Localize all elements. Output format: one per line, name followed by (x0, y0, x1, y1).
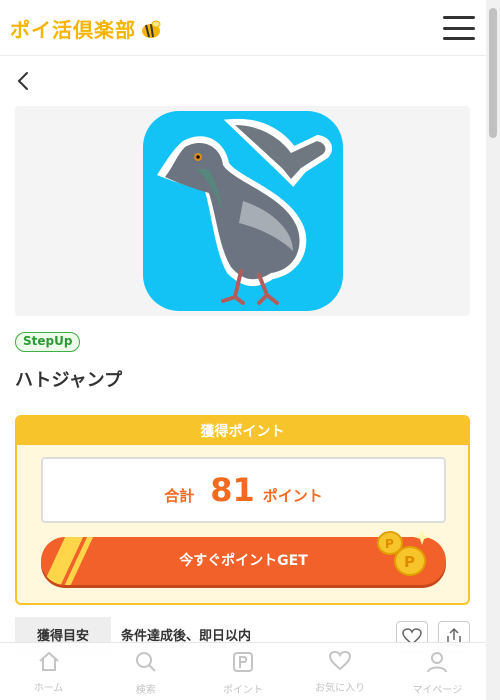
tab-mypage[interactable]: マイページ (397, 643, 477, 700)
bee-icon (142, 20, 161, 38)
tab-label: ポイント (222, 685, 263, 696)
home-icon (38, 651, 59, 671)
tab-favorites[interactable]: お気に入り (300, 643, 380, 700)
pigeon-illustration (156, 118, 332, 305)
svg-text:P: P (385, 537, 394, 551)
svg-text:P: P (404, 553, 415, 571)
menu-line-icon (443, 26, 475, 30)
scrollbar-thumb[interactable] (489, 8, 497, 138)
total-label: 合計 (164, 487, 195, 505)
tab-label: 検索 (135, 685, 156, 696)
app-icon-image (142, 111, 343, 311)
tab-label: お気に入り (315, 683, 366, 694)
total-value: 81 (210, 471, 255, 509)
total-points: 合計 81 ポイント (41, 457, 446, 523)
user-icon (427, 652, 448, 673)
bottom-tab-bar: ホーム 検索 ポイント お気に入り マイページ (0, 642, 486, 700)
menu-line-icon (443, 37, 475, 40)
tab-search[interactable]: 検索 (106, 643, 186, 700)
app-title: ハトジャンプ (15, 370, 123, 391)
logo-text: ポイ活倶楽部 (10, 18, 136, 42)
tab-points[interactable]: ポイント (203, 643, 283, 700)
hamburger-menu-button[interactable] (443, 16, 475, 40)
heart-icon (329, 651, 352, 671)
tab-home[interactable]: ホーム (9, 643, 89, 700)
menu-line-icon (443, 16, 475, 19)
points-unit: ポイント (262, 487, 323, 505)
search-icon (135, 652, 156, 672)
header: ポイ活倶楽部 (0, 0, 486, 56)
stepup-badge: StepUp (15, 332, 81, 352)
points-heading: 獲得ポイント (17, 417, 468, 445)
tab-label: ホーム (33, 683, 64, 694)
get-points-label: 今すぐポイントGET (179, 553, 308, 569)
scrollbar[interactable] (486, 0, 500, 700)
coins-icon: P P (377, 529, 430, 576)
point-icon (232, 652, 253, 672)
tab-label: マイページ (412, 685, 463, 696)
back-arrow-icon[interactable] (14, 70, 34, 92)
site-logo[interactable]: ポイ活倶楽部 (10, 14, 162, 43)
app-hero (15, 106, 470, 316)
